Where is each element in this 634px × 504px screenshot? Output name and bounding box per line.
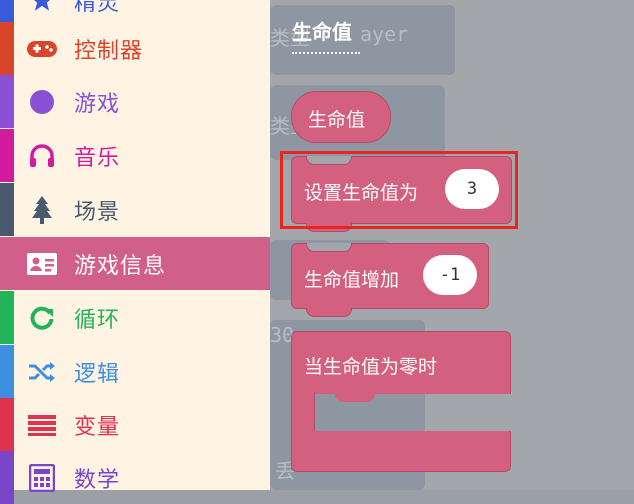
category-label: 场景 xyxy=(74,199,121,225)
category-scene[interactable]: 场景 xyxy=(0,183,270,236)
block-notch xyxy=(335,392,375,402)
calculator-icon xyxy=(26,463,58,492)
category-label: 数学 xyxy=(74,467,121,493)
category-stripe xyxy=(0,291,14,344)
category-label: 游戏信息 xyxy=(74,253,167,279)
category-stripe xyxy=(0,22,14,75)
category-label: 逻辑 xyxy=(74,361,121,387)
block-label: 生命值 xyxy=(308,109,366,131)
headphones-icon xyxy=(26,142,58,170)
change-life-block[interactable]: 生命值增加 -1 xyxy=(291,243,489,317)
title-underline xyxy=(292,52,360,54)
highlight-box xyxy=(280,151,518,229)
refresh-icon xyxy=(26,304,58,332)
category-label: 音乐 xyxy=(74,145,121,171)
category-label: 循环 xyxy=(74,307,121,333)
workspace-ghost-label: ayer xyxy=(360,22,409,46)
category-variable[interactable]: 变量 xyxy=(0,398,270,451)
category-stripe xyxy=(0,451,14,504)
circle-icon xyxy=(26,88,58,116)
block-label: 生命值增加 xyxy=(304,269,400,291)
block-notch xyxy=(306,308,352,317)
category-controller[interactable]: 控制器 xyxy=(0,22,270,75)
category-stripe xyxy=(0,183,14,236)
change-life-value-input[interactable]: -1 xyxy=(423,255,477,295)
category-stripe xyxy=(0,75,14,128)
category-logic[interactable]: 逻辑 xyxy=(0,345,270,398)
star-icon xyxy=(26,0,58,15)
block-notch xyxy=(306,243,352,252)
id-card-icon xyxy=(26,250,58,278)
category-label: 游戏 xyxy=(74,91,121,117)
life-reporter-block[interactable]: 生命值 xyxy=(291,91,391,143)
event-block-bottom xyxy=(291,431,511,472)
category-loop[interactable]: 循环 xyxy=(0,291,270,344)
shuffle-icon xyxy=(26,358,58,386)
flyout-title: 生命值 xyxy=(292,20,352,44)
category-stripe xyxy=(0,398,14,451)
event-block-arm xyxy=(291,392,315,432)
category-game[interactable]: 游戏 xyxy=(0,75,270,128)
category-stripe xyxy=(0,129,14,182)
category-stripe xyxy=(0,237,14,290)
block-label: 当生命值为零时 xyxy=(304,356,438,378)
category-label: 控制器 xyxy=(74,38,144,64)
tree-icon xyxy=(26,195,58,224)
event-block-top: 当生命值为零时 xyxy=(291,331,511,394)
gamepad-icon xyxy=(26,35,58,63)
category-music[interactable]: 音乐 xyxy=(0,129,270,182)
list-icon xyxy=(26,411,58,439)
category-sidebar: 精灵 控制器 游戏 音乐 场景 游戏信息 循环 逻辑 变量 数学 xyxy=(0,0,270,504)
category-math[interactable]: 数学 xyxy=(0,451,270,504)
category-game-info[interactable]: 游戏信息 xyxy=(0,237,270,290)
category-label: 精灵 xyxy=(74,0,121,16)
category-stripe xyxy=(0,345,14,398)
category-label: 变量 xyxy=(74,414,121,440)
